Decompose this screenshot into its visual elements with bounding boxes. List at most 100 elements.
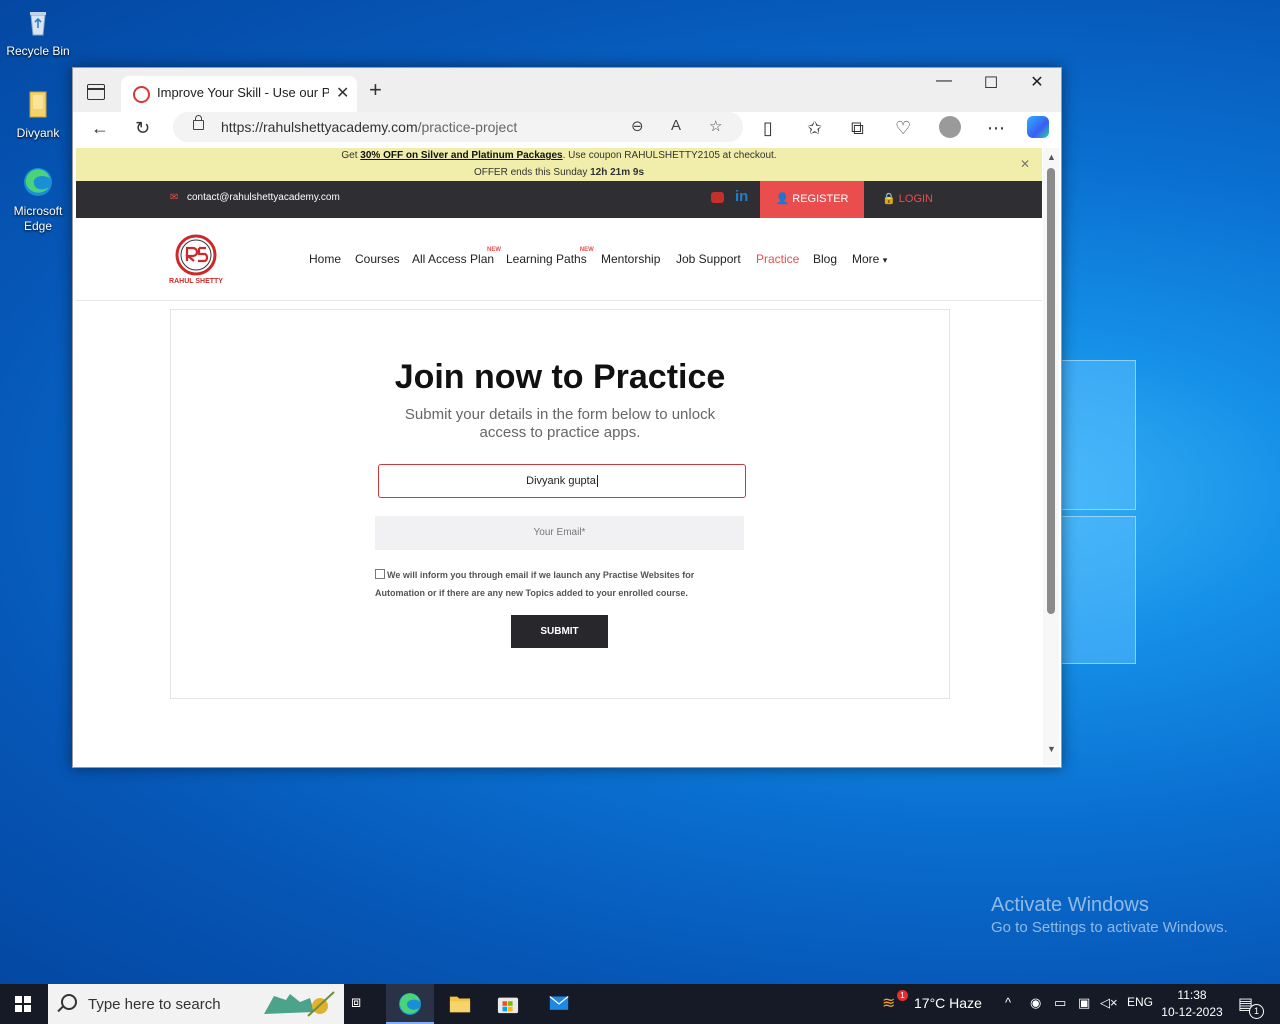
promo-prefix: Get [341, 150, 361, 161]
text-caret [596, 475, 598, 488]
browser-titlebar: Improve Your Skill - Use our Practice ✕ … [73, 68, 1061, 112]
favorite-star-icon[interactable]: ☆ [709, 117, 722, 135]
language-indicator[interactable]: ENG [1127, 995, 1153, 1009]
activate-title: Activate Windows [991, 894, 1149, 916]
submit-button[interactable]: SUBMIT [511, 615, 608, 648]
browser-toolbar: ← ↻ https://rahulshettyacademy.com/pract… [73, 112, 1061, 148]
chevron-up-icon[interactable]: ^ [1005, 995, 1011, 1010]
system-clock[interactable]: 11:38 10-12-2023 [1160, 987, 1224, 1021]
site-navbar: RAHUL SHETTY Home Courses All Access Pla… [76, 218, 1042, 301]
user-icon: 👤 [775, 193, 793, 205]
promo-link[interactable]: 30% OFF on Silver and Platinum Packages [360, 150, 562, 161]
browser-essentials-icon[interactable]: ♡ [895, 118, 911, 139]
volume-muted-icon[interactable]: ◁× [1100, 995, 1118, 1011]
rahul-shetty-logo[interactable]: RAHUL SHETTY [168, 231, 224, 287]
youtube-icon[interactable] [711, 192, 724, 203]
nav-all-access-plan[interactable]: All Access Plan NEW [412, 247, 501, 266]
recycle-bin-icon [30, 12, 46, 36]
promo-close-icon[interactable]: ✕ [1020, 157, 1030, 171]
scroll-up-icon[interactable]: ▲ [1047, 152, 1056, 162]
login-button[interactable]: 🔒 LOGIN [882, 181, 933, 218]
taskbar-edge-app[interactable] [386, 984, 434, 1024]
clock-time: 11:38 [1177, 988, 1207, 1002]
search-placeholder: Type here to search [88, 996, 221, 1013]
tab-title: Improve Your Skill - Use our Practice [157, 85, 329, 100]
taskbar-search[interactable]: Type here to search [48, 984, 344, 1024]
active-tab[interactable]: Improve Your Skill - Use our Practice ✕ [121, 76, 357, 112]
register-label: REGISTER [792, 193, 849, 205]
promo-offer-text: OFFER ends this Sunday [473, 167, 591, 178]
login-label: LOGIN [898, 193, 933, 205]
weather-text[interactable]: 17°C Haze [914, 995, 982, 1011]
nav-all-access-label: All Access Plan [412, 252, 495, 266]
promo-coupon-text: . Use coupon RAHULSHETTY2105 at checkout… [562, 150, 777, 161]
more-options-icon[interactable]: ⋯ [987, 118, 1005, 139]
windows-logo-wallpaper [1060, 360, 1136, 664]
split-screen-icon[interactable]: ▯ [763, 118, 773, 139]
page-scrollbar[interactable]: ▲ ▼ [1043, 148, 1059, 765]
weather-icon[interactable]: ≋ [882, 993, 895, 1013]
minimize-icon[interactable]: — [921, 72, 967, 90]
logo-text: RAHUL SHETTY [169, 278, 223, 285]
promo-banner: Get 30% OFF on Silver and Platinum Packa… [76, 148, 1042, 181]
taskbar-file-explorer[interactable] [436, 984, 484, 1024]
form-subtitle: Submit your details in the form below to… [404, 406, 716, 441]
tab-close-icon[interactable]: ✕ [336, 83, 349, 103]
activate-windows-watermark: Activate Windows Go to Settings to activ… [991, 894, 1228, 936]
edge-desktop-icon[interactable]: Microsoft Edge [0, 166, 76, 234]
activate-subtitle: Go to Settings to activate Windows. [991, 919, 1228, 936]
divyank-folder-desktop-icon[interactable]: Divyank [0, 88, 76, 140]
maximize-icon[interactable]: ☐ [968, 73, 1014, 93]
favorites-icon[interactable]: ✩ [807, 118, 822, 139]
zoom-out-icon[interactable]: ⊖ [631, 117, 644, 135]
address-bar[interactable]: https://rahulshettyacademy.com/practice-… [173, 112, 743, 142]
nav-courses[interactable]: Courses [355, 252, 400, 266]
mail-icon [549, 996, 569, 1010]
copilot-icon[interactable] [1027, 116, 1049, 138]
consent-checkbox[interactable] [375, 569, 385, 579]
promo-timer: 12h 21m 9s [590, 167, 645, 178]
scroll-down-icon[interactable]: ▼ [1047, 744, 1056, 754]
lock-icon [193, 115, 204, 130]
collections-icon[interactable]: ⧉ [851, 118, 864, 139]
task-view-button[interactable]: ⧈ [336, 984, 384, 1024]
new-badge: NEW [487, 247, 502, 253]
nav-job-support[interactable]: Job Support [676, 252, 741, 266]
email-input[interactable]: Your Email* [375, 516, 744, 550]
lock-small-icon: 🔒 [882, 193, 899, 205]
back-icon[interactable]: ← [91, 118, 109, 139]
consent-row: We will inform you through email if we l… [375, 566, 735, 602]
contact-email[interactable]: contact@rahulshettyacademy.com [187, 192, 340, 203]
windows-start-icon[interactable] [15, 996, 31, 1012]
profile-avatar-icon[interactable] [939, 116, 961, 138]
refresh-icon[interactable]: ↻ [135, 118, 150, 139]
taskbar-mail[interactable] [534, 984, 582, 1024]
nav-more[interactable]: More ▾ [852, 252, 887, 266]
edge-browser-window: Improve Your Skill - Use our Practice ✕ … [72, 67, 1062, 768]
recycle-bin-desktop-icon[interactable]: Recycle Bin [0, 6, 76, 58]
nav-home[interactable]: Home [309, 252, 341, 266]
name-input[interactable]: Divyank gupta [378, 464, 746, 498]
nav-learning-paths[interactable]: Learning Paths NEW [506, 247, 594, 266]
nav-mentorship[interactable]: Mentorship [601, 252, 660, 266]
meet-now-icon[interactable]: ◉ [1030, 995, 1041, 1011]
divyank-folder-label: Divyank [16, 126, 60, 140]
taskbar-microsoft-store[interactable] [484, 984, 532, 1024]
network-icon[interactable]: ▣ [1078, 995, 1090, 1011]
edge-desktop-label: Microsoft Edge [13, 204, 63, 233]
nav-learning-paths-label: Learning Paths [506, 252, 587, 266]
search-highlight-icon [264, 991, 335, 1017]
url-text: https://rahulshettyacademy.com/practice-… [221, 119, 518, 135]
register-button[interactable]: 👤 REGISTER [760, 181, 864, 218]
nav-practice[interactable]: Practice [756, 252, 799, 266]
linkedin-icon[interactable]: in [735, 188, 748, 205]
nav-blog[interactable]: Blog [813, 252, 837, 266]
battery-icon[interactable]: ▭ [1054, 995, 1066, 1011]
scrollbar-thumb[interactable] [1047, 168, 1055, 614]
tab-actions-icon[interactable] [87, 84, 105, 100]
recycle-bin-label: Recycle Bin [6, 44, 70, 58]
read-aloud-icon[interactable]: A [671, 117, 681, 134]
new-tab-icon[interactable]: + [369, 77, 382, 103]
close-window-icon[interactable]: ✕ [1014, 72, 1060, 92]
contact-bar: ✉ contact@rahulshettyacademy.com in 👤 RE… [76, 181, 1042, 218]
